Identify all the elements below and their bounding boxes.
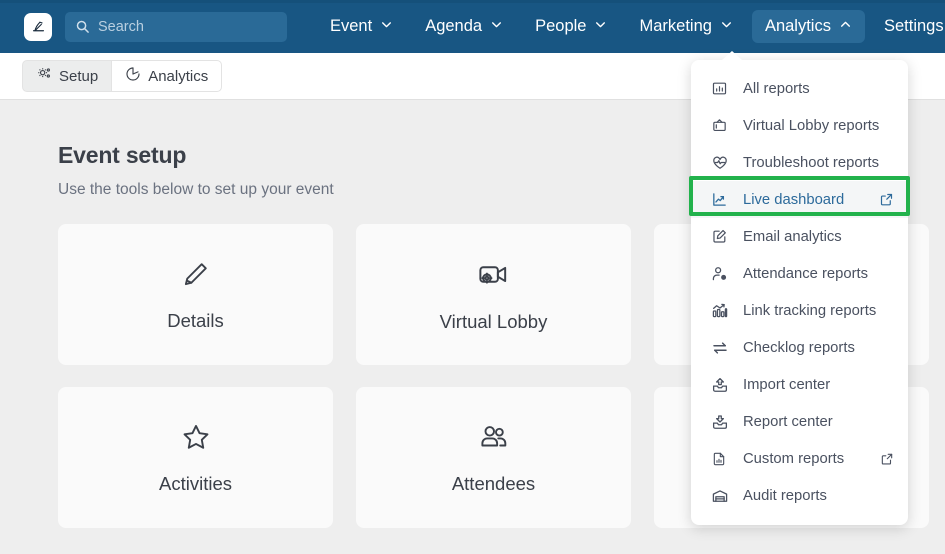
television-icon [711, 117, 733, 134]
menu-item-label: Troubleshoot reports [743, 154, 879, 171]
card-label: Details [167, 309, 224, 331]
menu-item-live-dashboard[interactable]: Live dashboard [691, 181, 908, 218]
document-chart-icon [711, 451, 733, 467]
menu-item-audit-reports[interactable]: Audit reports [691, 477, 908, 514]
menu-item-label: Custom reports [743, 450, 845, 467]
nav-item-people[interactable]: People [522, 10, 620, 43]
tab-setup[interactable]: Setup [22, 60, 113, 92]
pencil-edit-icon [179, 258, 212, 296]
compose-square-icon [711, 228, 733, 245]
nav-item-label: People [535, 17, 587, 35]
card-label: Virtual Lobby [439, 310, 548, 332]
nav-item-label: Settings [883, 17, 944, 35]
nav-items: Event Agenda People Marketing Analytics [317, 0, 945, 53]
person-clock-icon [711, 265, 733, 283]
card-virtual-lobby[interactable]: Virtual Lobby [356, 224, 631, 365]
card-attendees[interactable]: Attendees [356, 387, 631, 528]
menu-item-troubleshoot-reports[interactable]: Troubleshoot reports [691, 144, 908, 181]
menu-item-checklog-reports[interactable]: Checklog reports [691, 329, 908, 366]
tab-label: Analytics [148, 67, 209, 85]
people-group-icon [477, 420, 511, 459]
menu-item-label: Virtual Lobby reports [743, 117, 880, 134]
menu-item-email-analytics[interactable]: Email analytics [691, 218, 908, 255]
tab-label: Setup [59, 67, 99, 85]
menu-item-label: Attendance reports [743, 265, 869, 282]
nav-item-label: Agenda [425, 17, 483, 35]
pie-chart-icon [125, 66, 141, 86]
top-navbar: Event Agenda People Marketing Analytics [0, 0, 945, 53]
heart-pulse-icon [711, 154, 733, 172]
trend-bars-icon [711, 302, 733, 320]
tab-analytics[interactable]: Analytics [112, 60, 223, 92]
menu-item-report-center[interactable]: Report center [691, 403, 908, 440]
menu-item-attendance-reports[interactable]: Attendance reports [691, 255, 908, 292]
search-box[interactable] [65, 11, 287, 42]
menu-item-all-reports[interactable]: All reports [691, 70, 908, 107]
download-tray-icon [711, 413, 733, 431]
menu-item-label: Checklog reports [743, 339, 855, 356]
chevron-down-icon [380, 17, 393, 36]
card-activities[interactable]: Activities [58, 387, 333, 528]
menu-item-import-center[interactable]: Import center [691, 366, 908, 403]
nav-item-analytics[interactable]: Analytics [751, 10, 865, 43]
video-camera-gear-icon [476, 257, 511, 297]
menu-item-label: Audit reports [743, 487, 827, 504]
archive-box-icon [711, 487, 733, 505]
external-link-icon [880, 452, 894, 466]
menu-item-label: All reports [743, 80, 810, 97]
menu-item-label: Import center [743, 376, 831, 393]
card-label: Activities [159, 473, 232, 494]
menu-item-label: Live dashboard [743, 191, 845, 208]
search-input[interactable] [98, 18, 277, 35]
nav-item-agenda[interactable]: Agenda [412, 10, 516, 43]
menu-item-label: Report center [743, 413, 833, 430]
menu-item-virtual-lobby-reports[interactable]: Virtual Lobby reports [691, 107, 908, 144]
analytics-dropdown-menu: All reports Virtual Lobby reports Troubl… [689, 51, 910, 525]
nav-item-marketing[interactable]: Marketing [626, 10, 745, 43]
chevron-down-icon [594, 17, 607, 36]
menu-item-label: Email analytics [743, 228, 842, 245]
brand-logo-icon[interactable] [24, 12, 52, 41]
gear-settings-icon [36, 66, 52, 86]
nav-item-label: Event [330, 17, 373, 35]
chevron-up-icon [839, 17, 852, 36]
nav-item-event[interactable]: Event [317, 10, 406, 43]
menu-item-link-tracking-reports[interactable]: Link tracking reports [691, 292, 908, 329]
external-link-icon [879, 192, 894, 207]
nav-item-label: Marketing [639, 17, 712, 35]
exchange-arrows-icon [711, 339, 733, 357]
star-icon [179, 420, 213, 459]
menu-item-custom-reports[interactable]: Custom reports [691, 440, 908, 477]
nav-item-label: Analytics [764, 17, 831, 35]
card-label: Attendees [451, 473, 536, 494]
line-chart-up-icon [711, 191, 733, 208]
search-icon [75, 19, 90, 34]
chevron-down-icon [720, 17, 733, 36]
upload-tray-icon [711, 376, 733, 394]
nav-item-settings[interactable]: Settings [871, 10, 945, 43]
bar-chart-icon [711, 80, 733, 97]
chevron-down-icon [490, 17, 503, 36]
menu-item-label: Link tracking reports [743, 302, 877, 319]
card-details[interactable]: Details [58, 224, 333, 365]
